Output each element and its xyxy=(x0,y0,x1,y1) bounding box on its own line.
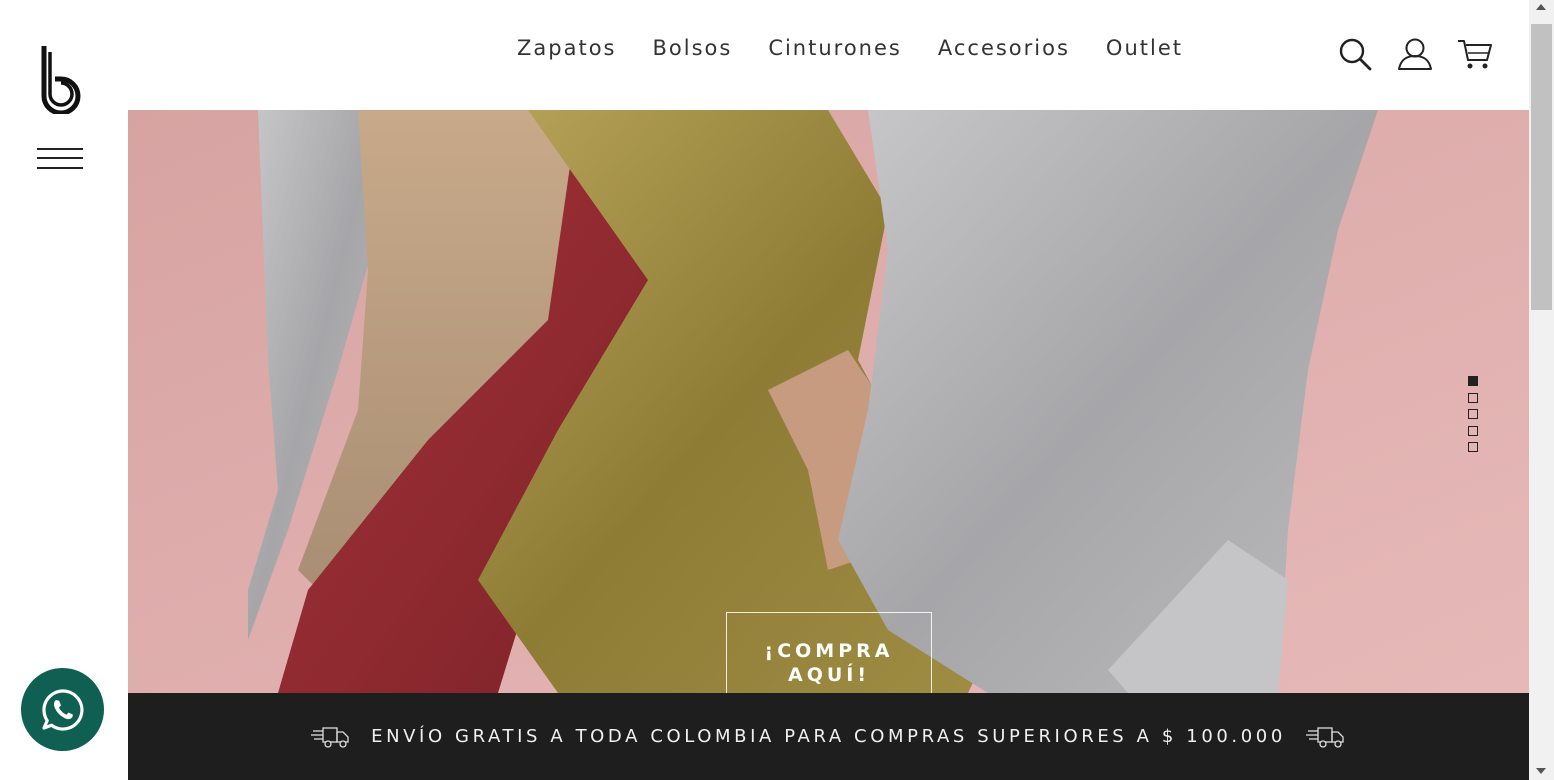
page-scrollbar[interactable] xyxy=(1529,0,1554,780)
main-nav: Zapatos Bolsos Cinturones Accesorios Out… xyxy=(517,36,1219,60)
scroll-up-arrow-icon[interactable] xyxy=(1536,4,1546,10)
brand-logo[interactable] xyxy=(36,44,86,116)
nav-item-bolsos[interactable]: Bolsos xyxy=(652,36,732,60)
nav-item-accesorios[interactable]: Accesorios xyxy=(938,36,1070,60)
hamburger-menu-button[interactable] xyxy=(37,148,83,172)
nav-item-zapatos[interactable]: Zapatos xyxy=(517,36,616,60)
nav-item-cinturones[interactable]: Cinturones xyxy=(768,36,902,60)
whatsapp-button[interactable] xyxy=(21,668,104,751)
slide-dot-3[interactable] xyxy=(1468,409,1478,419)
shipping-banner-text: ENVÍO GRATIS A TODA COLOMBIA PARA COMPRA… xyxy=(371,726,1286,747)
slide-dot-4[interactable] xyxy=(1468,425,1478,436)
whatsapp-icon xyxy=(41,688,83,731)
shipping-banner: ENVÍO GRATIS A TODA COLOMBIA PARA COMPRA… xyxy=(128,693,1529,780)
sidebar xyxy=(0,0,128,780)
cart-button[interactable] xyxy=(1457,36,1493,72)
slide-dot-5[interactable] xyxy=(1468,442,1478,452)
truck-icon xyxy=(311,726,349,748)
slide-dot-2[interactable] xyxy=(1468,392,1478,403)
header: Zapatos Bolsos Cinturones Accesorios Out… xyxy=(128,0,1529,110)
cart-icon xyxy=(1458,40,1492,69)
hero-image xyxy=(128,110,1529,693)
search-button[interactable] xyxy=(1337,36,1373,72)
account-button[interactable] xyxy=(1397,36,1433,72)
cta-line-1: ¡COMPRA xyxy=(764,640,894,662)
header-icons xyxy=(1337,36,1493,72)
scroll-down-arrow-icon[interactable] xyxy=(1536,768,1546,774)
search-icon xyxy=(1339,38,1372,71)
shop-now-button[interactable]: ¡COMPRA AQUÍ! xyxy=(726,612,932,693)
truck-icon xyxy=(1305,726,1344,748)
hero-slider: ¡COMPRA AQUÍ! xyxy=(128,110,1529,693)
slider-pagination xyxy=(1468,376,1480,459)
slide-dot-1[interactable] xyxy=(1468,376,1478,386)
user-icon xyxy=(1398,38,1432,70)
cta-line-2: AQUÍ! xyxy=(787,664,871,686)
logo-b-icon xyxy=(41,46,81,116)
nav-item-outlet[interactable]: Outlet xyxy=(1106,36,1183,60)
scrollbar-thumb[interactable] xyxy=(1531,24,1552,310)
